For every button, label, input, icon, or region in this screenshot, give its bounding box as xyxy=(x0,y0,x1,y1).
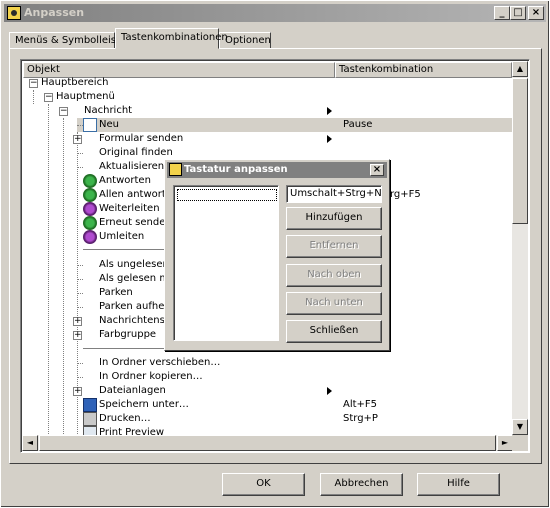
reply-all-icon xyxy=(83,188,97,202)
tree-node-nachricht[interactable]: Nachricht xyxy=(84,104,132,118)
tree-line xyxy=(77,307,83,308)
ok-button[interactable]: OK xyxy=(222,473,305,496)
dialog-close-button[interactable]: × xyxy=(370,164,384,176)
app-icon xyxy=(7,6,21,20)
tree-item-umleiten[interactable]: Umleiten xyxy=(99,230,144,244)
remove-button[interactable]: Entfernen xyxy=(286,235,382,258)
minimize-button[interactable]: _ xyxy=(494,6,510,20)
shortcut-drucken: Strg+P xyxy=(343,413,378,424)
tree-item-verschieben[interactable]: In Ordner verschieben… xyxy=(99,356,220,370)
tree-item-drucken[interactable]: Drucken… xyxy=(99,412,151,426)
tree-line xyxy=(63,118,64,434)
tree-line xyxy=(77,363,83,364)
tree-line xyxy=(77,377,83,378)
maximize-button[interactable]: □ xyxy=(510,6,526,20)
close-button[interactable]: × xyxy=(528,6,544,20)
tree-item-original-finden[interactable]: Original finden xyxy=(99,146,173,160)
tab-shortcuts[interactable]: Tastenkombinationen xyxy=(115,28,228,49)
dialog-title-bar[interactable]: Tastatur anpassen × xyxy=(167,162,387,178)
tree-item-kopieren[interactable]: In Ordner kopieren… xyxy=(99,370,203,384)
tree-line xyxy=(33,90,34,104)
scroll-down-button[interactable]: ▼ xyxy=(512,419,528,435)
tree-item-farbgruppe[interactable]: Farbgruppe xyxy=(99,328,156,342)
tree-item-neu[interactable]: Neu xyxy=(99,118,119,132)
cancel-button[interactable]: Abbrechen xyxy=(320,473,403,496)
tree-line xyxy=(77,293,83,294)
shortcut-neu: Pause xyxy=(343,119,373,130)
reply-icon xyxy=(83,174,97,188)
submenu-arrow-icon xyxy=(327,107,332,115)
help-button[interactable]: Hilfe xyxy=(417,473,500,496)
resend-icon xyxy=(83,216,97,230)
tree-item-parken[interactable]: Parken xyxy=(99,286,133,300)
tree-item-antworten[interactable]: Antworten xyxy=(99,174,151,188)
column-header-shortcut[interactable]: Tastenkombination xyxy=(335,62,512,78)
redirect-icon xyxy=(83,230,97,244)
tree-item-erneut-senden[interactable]: Erneut senden xyxy=(99,216,172,230)
expand-toggle[interactable]: + xyxy=(73,135,82,144)
selected-row-highlight xyxy=(77,118,513,132)
tree-item-dateianlagen[interactable]: Dateianlagen xyxy=(99,384,166,398)
vertical-scroll-thumb[interactable] xyxy=(512,78,528,224)
app-icon xyxy=(169,163,182,176)
shortcut-allen-antworten: rg+F5 xyxy=(390,189,421,200)
horizontal-scroll-thumb[interactable] xyxy=(39,435,496,451)
expand-toggle[interactable]: + xyxy=(73,387,82,396)
tree-item-formular-senden[interactable]: Formular senden xyxy=(99,132,183,146)
vertical-scrollbar[interactable]: ▲ ▼ xyxy=(512,61,528,435)
add-button[interactable]: Hinzufügen xyxy=(286,207,382,230)
tree-line xyxy=(77,279,83,280)
tree-item-speichern[interactable]: Speichern unter… xyxy=(99,398,189,412)
tree-line xyxy=(77,153,83,154)
window-title: Anpassen xyxy=(24,6,85,19)
submenu-arrow-icon xyxy=(327,135,332,143)
expand-toggle[interactable]: + xyxy=(73,317,82,326)
expand-toggle[interactable]: + xyxy=(73,331,82,340)
tree-item-aktualisieren[interactable]: Aktualisieren xyxy=(99,160,164,174)
collapse-toggle[interactable]: − xyxy=(59,107,68,116)
horizontal-scrollbar[interactable]: ◄ ► xyxy=(22,435,513,451)
forward-icon xyxy=(83,202,97,216)
title-bar[interactable]: Anpassen _ □ × xyxy=(4,4,546,22)
save-icon xyxy=(83,398,97,412)
scroll-up-button[interactable]: ▲ xyxy=(512,61,528,77)
scroll-right-button[interactable]: ► xyxy=(497,435,513,451)
scrollbar-corner xyxy=(512,435,528,451)
shortcut-input[interactable]: Umschalt+Strg+N xyxy=(286,185,382,203)
collapse-toggle[interactable]: − xyxy=(29,79,38,88)
dialog-close-action-button[interactable]: Schließen xyxy=(286,320,382,343)
tree-item-weiterleiten[interactable]: Weiterleiten xyxy=(99,202,160,216)
tree-node-hauptbereich[interactable]: Hauptbereich xyxy=(41,76,108,90)
tab-menus-toolbars[interactable]: Menüs & Symbolleisten xyxy=(9,32,132,49)
shortcut-speichern: Alt+F5 xyxy=(343,399,378,410)
list-focus-rect xyxy=(177,189,277,201)
tree-node-hauptmenue[interactable]: Hauptmenü xyxy=(56,90,115,104)
collapse-toggle[interactable]: − xyxy=(44,93,53,102)
dialog-title: Tastatur anpassen xyxy=(184,164,288,175)
customize-keyboard-dialog: Tastatur anpassen × Umschalt+Strg+N Hinz… xyxy=(164,159,390,351)
move-down-button[interactable]: Nach unten xyxy=(286,292,382,315)
move-up-button[interactable]: Nach oben xyxy=(286,264,382,287)
customize-window: Anpassen _ □ × Menüs & Symbolleisten Tas… xyxy=(0,0,550,508)
scroll-left-button[interactable]: ◄ xyxy=(22,435,38,451)
tree-line xyxy=(77,265,83,266)
new-document-icon xyxy=(83,118,97,132)
shortcut-list[interactable] xyxy=(173,185,279,341)
tree-line xyxy=(77,167,83,168)
submenu-arrow-icon xyxy=(327,387,332,395)
print-icon xyxy=(83,412,97,426)
tree-line xyxy=(48,104,49,434)
